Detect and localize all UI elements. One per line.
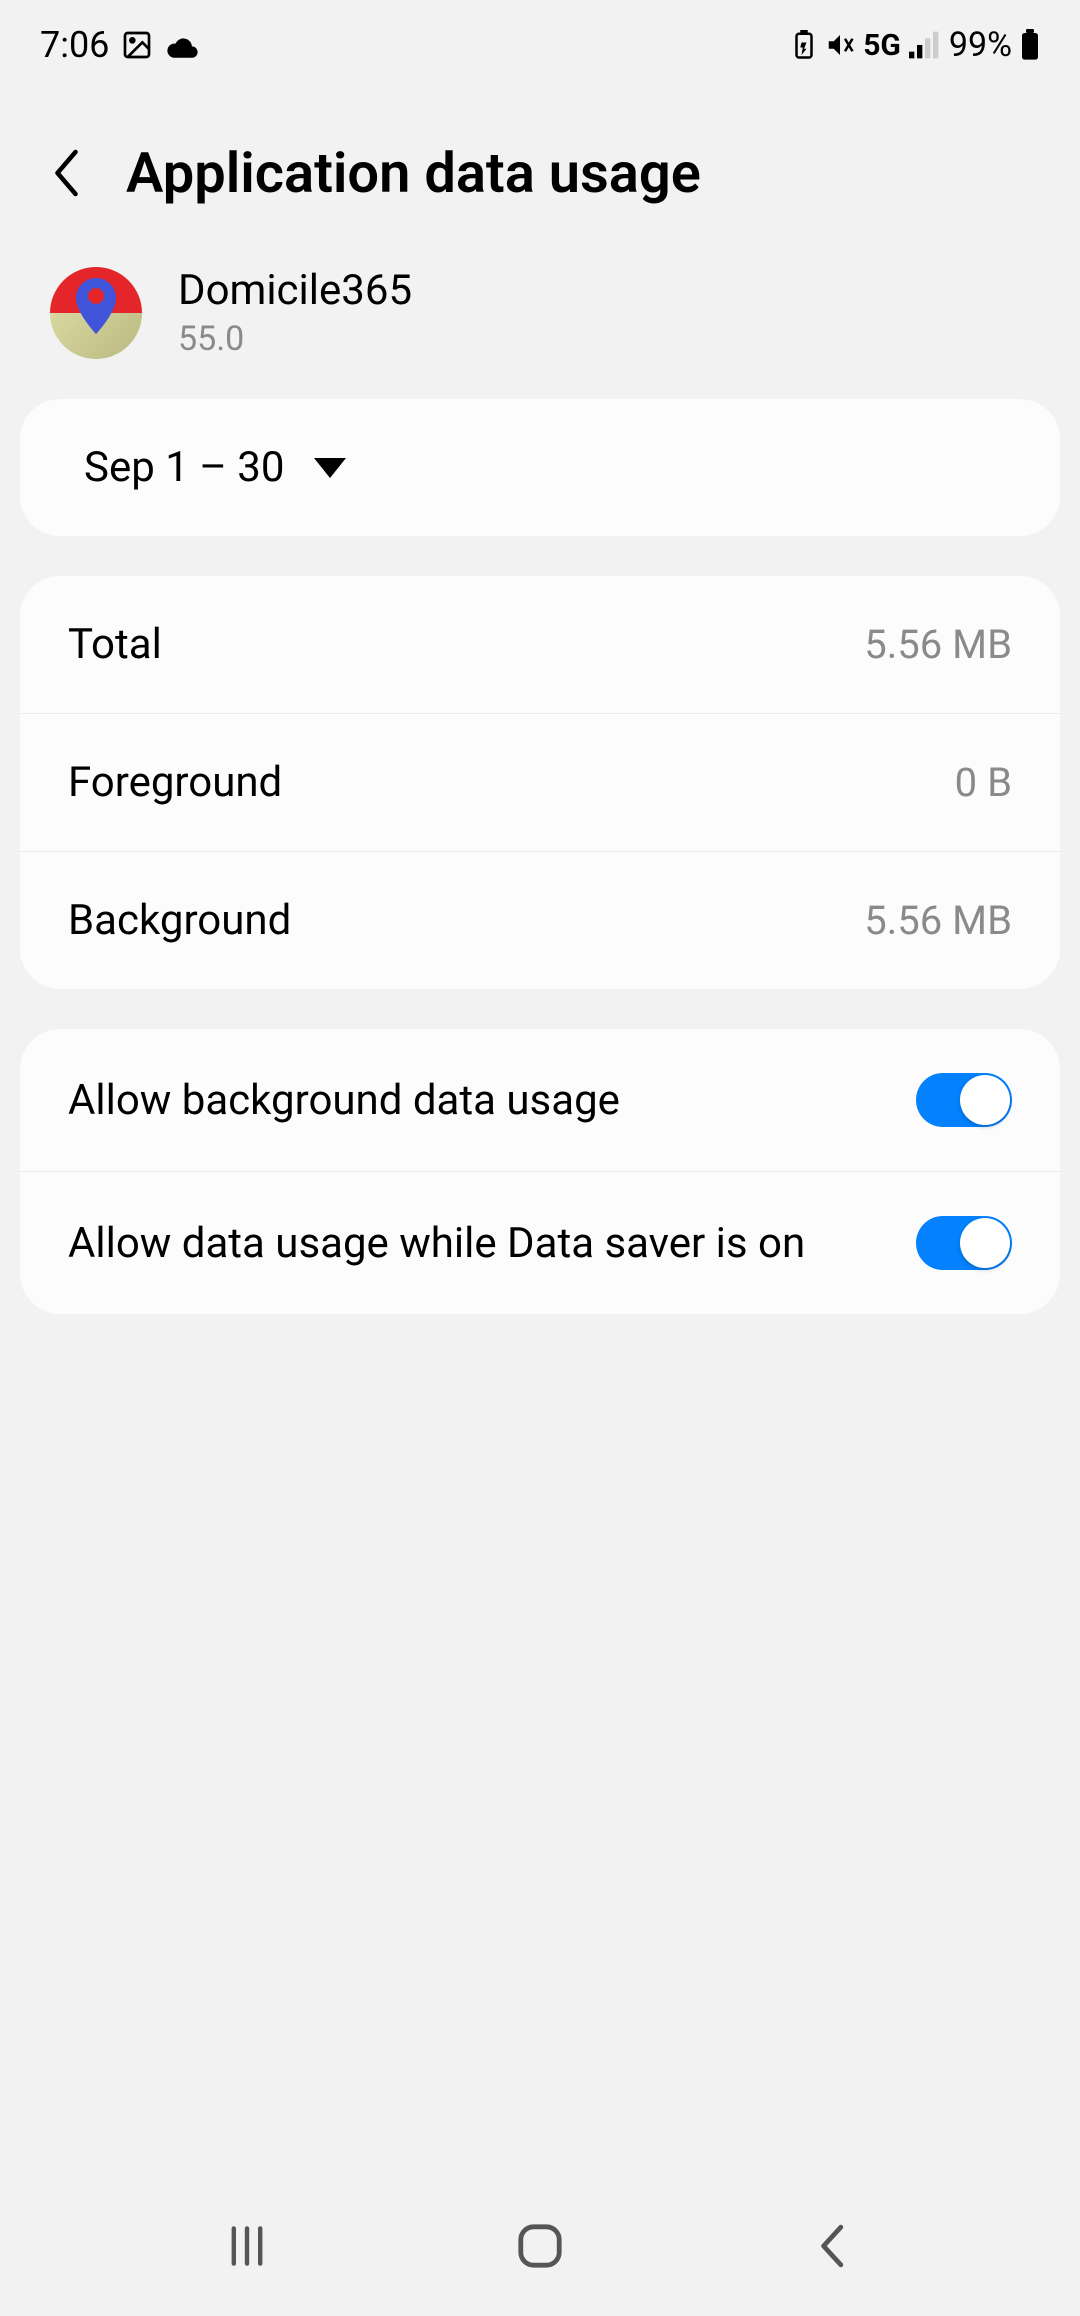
usage-card: Total 5.56 MB Foreground 0 B Background … [20, 576, 1060, 989]
cloud-icon [165, 31, 199, 59]
status-right: 5G 99% [791, 25, 1040, 65]
page-title: Application data usage [126, 140, 701, 206]
total-row: Total 5.56 MB [20, 576, 1060, 713]
battery-percent: 99% [949, 25, 1012, 65]
app-info[interactable]: Domicile365 55.0 [0, 246, 1080, 399]
foreground-value: 0 B [955, 759, 1012, 806]
chevron-down-icon [314, 458, 346, 478]
battery-icon [1020, 29, 1040, 61]
background-row: Background 5.56 MB [20, 851, 1060, 989]
allow-background-toggle[interactable] [916, 1073, 1012, 1127]
date-range-selector[interactable]: Sep 1 – 30 [20, 399, 1060, 536]
allow-background-label: Allow background data usage [68, 1076, 916, 1125]
home-button[interactable] [500, 2206, 580, 2286]
battery-saver-icon [791, 30, 817, 60]
signal-icon [909, 31, 941, 59]
total-value: 5.56 MB [864, 621, 1012, 668]
allow-datasaver-label: Allow data usage while Data saver is on [68, 1219, 916, 1268]
back-button[interactable] [50, 149, 86, 197]
date-range-label: Sep 1 – 30 [84, 443, 284, 492]
mute-icon [825, 30, 855, 60]
foreground-label: Foreground [68, 758, 955, 807]
allow-datasaver-toggle[interactable] [916, 1216, 1012, 1270]
image-icon [121, 29, 153, 61]
status-time: 7:06 [40, 24, 109, 66]
app-icon [50, 267, 142, 359]
background-label: Background [68, 896, 864, 945]
network-label: 5G [863, 28, 901, 63]
background-value: 5.56 MB [864, 897, 1012, 944]
recents-button[interactable] [207, 2206, 287, 2286]
status-left: 7:06 [40, 24, 199, 66]
allow-background-row[interactable]: Allow background data usage [20, 1029, 1060, 1171]
allow-datasaver-row[interactable]: Allow data usage while Data saver is on [20, 1171, 1060, 1314]
nav-bar [0, 2176, 1080, 2316]
settings-card: Allow background data usage Allow data u… [20, 1029, 1060, 1314]
header: Application data usage [0, 80, 1080, 246]
back-nav-button[interactable] [793, 2206, 873, 2286]
foreground-row: Foreground 0 B [20, 713, 1060, 851]
total-label: Total [68, 620, 864, 669]
app-details: Domicile365 55.0 [178, 266, 412, 359]
status-bar: 7:06 [0, 0, 1080, 80]
app-version: 55.0 [178, 319, 412, 359]
app-name: Domicile365 [178, 266, 412, 315]
